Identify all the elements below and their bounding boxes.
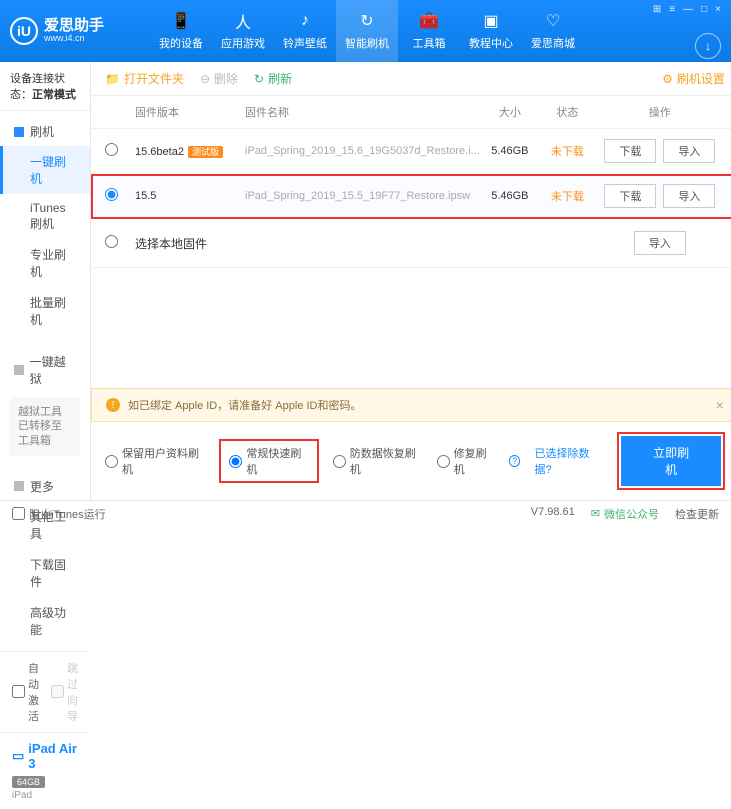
nav-ringtone[interactable]: ♪铃声壁纸 [274, 0, 336, 62]
refresh-icon: ↻ [357, 11, 377, 31]
wechat-link[interactable]: ✉微信公众号 [591, 506, 659, 522]
flash-settings-button[interactable]: ⚙刷机设置 [662, 70, 725, 87]
gear-icon: ⚙ [662, 72, 673, 86]
exclude-data-link[interactable]: 已选择除数据? [534, 445, 603, 477]
section-flash[interactable]: 刷机 [0, 117, 90, 146]
sidebar-item-pro[interactable]: 专业刷机 [0, 239, 90, 287]
window-controls: ⊞ ≡ — □ × ↓ [653, 4, 721, 59]
jailbreak-note: 越狱工具已转移至工具箱 [10, 397, 80, 456]
site-url: www.i4.cn [44, 34, 104, 44]
nav-tutorial[interactable]: ▣教程中心 [460, 0, 522, 62]
win-menu-icon[interactable]: ≡ [669, 4, 675, 15]
import-button[interactable]: 导入 [663, 139, 715, 163]
block-itunes-check[interactable]: 阻止iTunes运行 [12, 506, 106, 522]
firmware-row-selected[interactable]: 15.5 iPad_Spring_2019_15.5_19F77_Restore… [91, 174, 731, 219]
wechat-icon: ✉ [591, 507, 600, 520]
win-min-icon[interactable]: — [683, 4, 693, 15]
table-header: 固件版本 固件名称 大小 状态 操作 [91, 96, 731, 129]
check-update-link[interactable]: 检查更新 [675, 506, 719, 522]
refresh-icon: ↻ [254, 72, 264, 86]
square-icon [14, 127, 24, 137]
store-icon: ♡ [543, 11, 563, 31]
download-button[interactable]: 下载 [604, 139, 656, 163]
sidebar-item-itunes[interactable]: iTunes刷机 [0, 194, 90, 239]
beta-tag: 测试版 [188, 146, 223, 158]
toolbox-icon: 🧰 [419, 11, 439, 31]
opt-anti-recovery[interactable]: 防数据恢复刷机 [333, 445, 423, 477]
nav-flash[interactable]: ↻智能刷机 [336, 0, 398, 62]
logo-icon: iU [10, 17, 38, 45]
section-more[interactable]: 更多 [0, 472, 90, 501]
device-type: iPad [12, 790, 78, 801]
sidebar-item-download-fw[interactable]: 下载固件 [0, 549, 90, 597]
flash-options: 保留用户资料刷机 常规快速刷机 防数据恢复刷机 修复刷机 ? 已选择除数据? 立… [91, 422, 731, 500]
tablet-icon: ▭ [12, 748, 24, 764]
section-jailbreak[interactable]: 一键越狱 [0, 347, 90, 393]
close-notice-icon[interactable]: × [716, 397, 724, 413]
app-header: iU 爱思助手 www.i4.cn 📱我的设备 人应用游戏 ♪铃声壁纸 ↻智能刷… [0, 0, 731, 62]
skip-guide-check[interactable]: 跳过向导 [51, 660, 78, 724]
import-button[interactable]: 导入 [663, 184, 715, 208]
footer: 阻止iTunes运行 V7.98.61 ✉微信公众号 检查更新 [0, 500, 731, 526]
opt-repair[interactable]: 修复刷机 [437, 445, 495, 477]
nav-apps[interactable]: 人应用游戏 [212, 0, 274, 62]
nav-toolbox[interactable]: 🧰工具箱 [398, 0, 460, 62]
folder-icon: 📁 [105, 72, 120, 86]
warning-icon: ! [106, 398, 120, 412]
device-card[interactable]: ▭iPad Air 3 64GB iPad [0, 732, 90, 809]
app-name: 爱思助手 [44, 18, 104, 35]
row-radio[interactable] [105, 235, 118, 248]
opt-keep-data[interactable]: 保留用户资料刷机 [105, 445, 205, 477]
sidebar: 设备连接状态：正常模式 刷机 一键刷机 iTunes刷机 专业刷机 批量刷机 一… [0, 62, 91, 500]
phone-icon: 📱 [171, 11, 191, 31]
delete-icon: ⊖ [200, 72, 210, 86]
square-icon [14, 481, 24, 491]
local-firmware-row[interactable]: 选择本地固件 导入 [91, 219, 731, 268]
info-icon[interactable]: ? [509, 455, 521, 467]
open-folder-button[interactable]: 📁打开文件夹 [105, 70, 184, 87]
toolbar: 📁打开文件夹 ⊖删除 ↻刷新 ⚙刷机设置 [91, 62, 731, 96]
opt-quick-flash[interactable]: 常规快速刷机 [229, 445, 308, 477]
nav-store[interactable]: ♡爱思商城 [522, 0, 584, 62]
logo: iU 爱思助手 www.i4.cn [10, 17, 150, 45]
flash-now-button[interactable]: 立即刷机 [621, 436, 720, 486]
win-close-icon[interactable]: × [715, 4, 721, 15]
firmware-row[interactable]: 15.6beta2测试版 iPad_Spring_2019_15.6_19G50… [91, 129, 731, 174]
delete-button[interactable]: ⊖删除 [200, 70, 238, 87]
appleid-notice: ! 如已绑定 Apple ID，请准备好 Apple ID和密码。 × [91, 388, 731, 422]
music-icon: ♪ [295, 11, 315, 31]
win-max-icon[interactable]: □ [701, 4, 707, 15]
nav-my-device[interactable]: 📱我的设备 [150, 0, 212, 62]
sidebar-item-advanced[interactable]: 高级功能 [0, 597, 90, 645]
content: 📁打开文件夹 ⊖删除 ↻刷新 ⚙刷机设置 固件版本 固件名称 大小 状态 操作 … [91, 62, 731, 500]
download-circle-icon[interactable]: ↓ [695, 33, 721, 59]
download-button[interactable]: 下载 [604, 184, 656, 208]
row-radio[interactable] [105, 188, 118, 201]
connection-status: 设备连接状态：正常模式 [0, 62, 90, 111]
sidebar-item-batch[interactable]: 批量刷机 [0, 287, 90, 335]
storage-badge: 64GB [12, 776, 45, 788]
book-icon: ▣ [481, 11, 501, 31]
apps-icon: 人 [233, 11, 253, 31]
win-grid-icon[interactable]: ⊞ [653, 4, 661, 15]
row-radio[interactable] [105, 143, 118, 156]
version-label: V7.98.61 [531, 506, 575, 522]
lock-icon [14, 365, 24, 375]
main-nav: 📱我的设备 人应用游戏 ♪铃声壁纸 ↻智能刷机 🧰工具箱 ▣教程中心 ♡爱思商城 [150, 0, 653, 62]
sidebar-checks: 自动激活 跳过向导 [0, 651, 90, 732]
auto-activate-check[interactable]: 自动激活 [12, 660, 39, 724]
refresh-button[interactable]: ↻刷新 [254, 70, 292, 87]
sidebar-item-oneclick[interactable]: 一键刷机 [0, 146, 90, 194]
import-button[interactable]: 导入 [634, 231, 686, 255]
